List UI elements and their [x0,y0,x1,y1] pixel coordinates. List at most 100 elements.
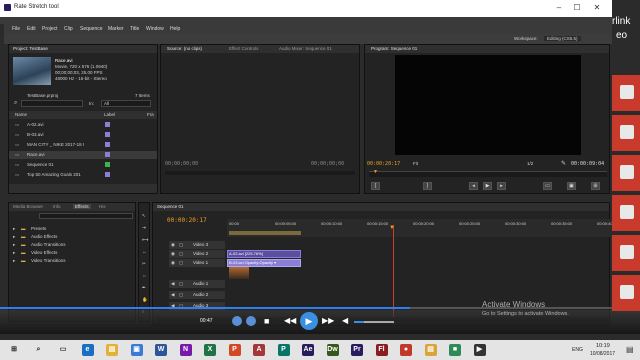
menu-edit[interactable]: Edit [27,26,36,32]
search-icon[interactable]: ⌕ [33,344,45,356]
project-item[interactable]: ▭ B-03.avi [9,131,157,139]
volume-slider[interactable] [354,321,394,323]
project-item[interactable]: ▭ MAN CITY _ NIKE 2017-18 I [9,141,157,149]
tray-date[interactable]: 10/08/2017 [590,351,615,357]
search-icon[interactable]: ⌕ [14,100,17,107]
track-header[interactable]: ◉ ▢ Video 1 [169,259,225,267]
play-button[interactable]: ▶ [483,182,492,190]
disclosure-triangle-icon[interactable]: ▸ [13,242,15,248]
mark-in-button[interactable]: { [371,182,380,190]
track-header[interactable]: ◉ ▢ Video 2 [169,250,225,258]
windows-start-icon[interactable]: ⊞ [8,344,20,356]
clip-v1[interactable]: B-03.avi Opacity:Opacity ▾ [227,259,301,267]
word-icon[interactable]: W [155,344,167,356]
tab-media-browser[interactable]: Media Browser [13,204,43,209]
clip-v2[interactable]: A-02.avi [225.76%] [227,250,301,258]
effects-search-input[interactable] [39,213,133,219]
step-forward-button[interactable]: ▸ [497,182,506,190]
project-item[interactable]: ▭ Top 50 Amazing Goals 201 [9,171,157,179]
volume-icon[interactable]: ◀ [342,316,348,325]
slip-tool-icon[interactable]: ⇔ [142,273,147,278]
project-item[interactable]: ▭ A-02.avi [9,121,157,129]
source-scrubber[interactable] [165,171,355,175]
effects-folder[interactable]: ▸ ▬ Audio Effects [9,233,135,241]
rate-stretch-tool-icon[interactable]: ↔ [142,249,147,254]
effects-folder[interactable]: ▸ ▬ Audio Transitions [9,241,135,249]
trim-button[interactable]: ⊞ [591,182,600,190]
tray-lang[interactable]: ENG [572,347,583,353]
col-name[interactable]: Name [15,112,27,117]
task-view-icon[interactable]: ▭ [57,344,69,356]
col-fr[interactable]: Fra [147,112,154,117]
timeline-ruler[interactable]: 00:00 00:00:05:00 00:00:10:00 00:00:15:00 00… [227,219,618,237]
shuffle-icon[interactable] [232,316,242,326]
col-label[interactable]: Label [104,112,115,117]
tab-info[interactable]: Info [53,204,61,209]
effects-folder[interactable]: ▸ ▬ Video Transitions [9,257,135,265]
side-button-5[interactable] [612,235,640,271]
eye-icon[interactable]: ◉ [171,251,175,257]
powerpoint-icon[interactable]: P [228,344,241,356]
next-icon[interactable]: ▶▶ [322,316,334,325]
menu-marker[interactable]: Marker [108,26,124,32]
mark-out-button[interactable]: } [423,182,432,190]
wrench-icon[interactable]: ✎ [561,160,566,167]
program-scrubber[interactable]: ▼ [369,169,607,177]
program-timecode[interactable]: 00:00:20:17 [367,161,400,167]
eye-icon[interactable]: ◉ [171,242,175,248]
menu-window[interactable]: Window [146,26,164,32]
track-header[interactable]: ◉ ▢ Video 3 [169,241,225,249]
repeat-icon[interactable] [246,316,256,326]
selection-tool-icon[interactable]: ↖ [142,213,146,219]
excel-icon[interactable]: X [204,344,216,356]
app-icon-green[interactable]: ■ [449,344,461,356]
disclosure-triangle-icon[interactable]: ▸ [13,226,15,232]
app-icon-red[interactable]: ● [400,344,412,356]
explorer-icon[interactable]: ▤ [106,344,118,356]
app-icon-folder[interactable]: ▤ [424,344,437,356]
lock-icon[interactable]: ▢ [179,281,183,287]
timeline-timecode[interactable]: 00:00:20:17 [167,217,207,224]
step-back-button[interactable]: ◂ [469,182,478,190]
stop-icon[interactable]: ■ [264,316,269,326]
edge-icon[interactable]: e [81,344,94,356]
side-button-4[interactable] [612,195,640,231]
tab-history[interactable]: His [99,204,106,209]
tab-source[interactable]: Source: (no clips) [167,46,202,51]
side-button-3[interactable] [612,155,640,191]
program-fit-select[interactable]: Fit [413,161,418,166]
menu-project[interactable]: Project [42,26,58,32]
playhead-marker-icon[interactable]: ▼ [373,169,378,175]
menu-title[interactable]: Title [130,26,139,32]
disclosure-triangle-icon[interactable]: ▸ [13,258,15,264]
track-header[interactable]: ◀ ▢ Audio 2 [169,291,225,299]
maximize-button[interactable]: ☐ [570,2,584,14]
ripple-edit-tool-icon[interactable]: ⟷ [142,237,148,243]
work-area-bar[interactable] [229,231,301,235]
premiere-icon[interactable]: Pr [351,344,363,356]
track-select-tool-icon[interactable]: ⇥ [142,225,146,231]
speaker-icon[interactable]: ◀ [171,281,174,287]
effects-folder[interactable]: ▸ ▬ Presets [9,225,135,233]
tab-effect-controls[interactable]: Effect Controls [229,46,258,51]
track-header[interactable]: ◀ ▢ Audio 1 [169,280,225,288]
aftereffects-icon[interactable]: Ae [302,344,314,356]
lock-icon[interactable]: ▢ [179,242,183,248]
tray-time[interactable]: 10:19 [596,343,610,349]
hand-tool-icon[interactable]: ✋ [142,297,148,303]
razor-tool-icon[interactable]: ✂ [142,261,146,267]
tab-program[interactable]: Program: Sequence 01 [371,46,417,51]
side-button-6[interactable] [612,275,640,311]
menu-file[interactable]: File [12,26,20,32]
lock-icon[interactable]: ▢ [179,260,183,266]
notifications-icon[interactable]: ▤ [626,345,634,354]
program-ratio-select[interactable]: 1/2 [527,161,533,166]
app-icon-player[interactable]: ▶ [473,344,486,356]
source-timecode[interactable]: 00;00;00;00 [165,161,198,167]
in-select[interactable]: All [101,100,151,107]
menu-clip[interactable]: Clip [64,26,73,32]
menu-help[interactable]: Help [170,26,180,32]
access-icon[interactable]: A [253,344,265,356]
speaker-icon[interactable]: ◀ [171,292,174,298]
disclosure-triangle-icon[interactable]: ▸ [13,234,15,240]
